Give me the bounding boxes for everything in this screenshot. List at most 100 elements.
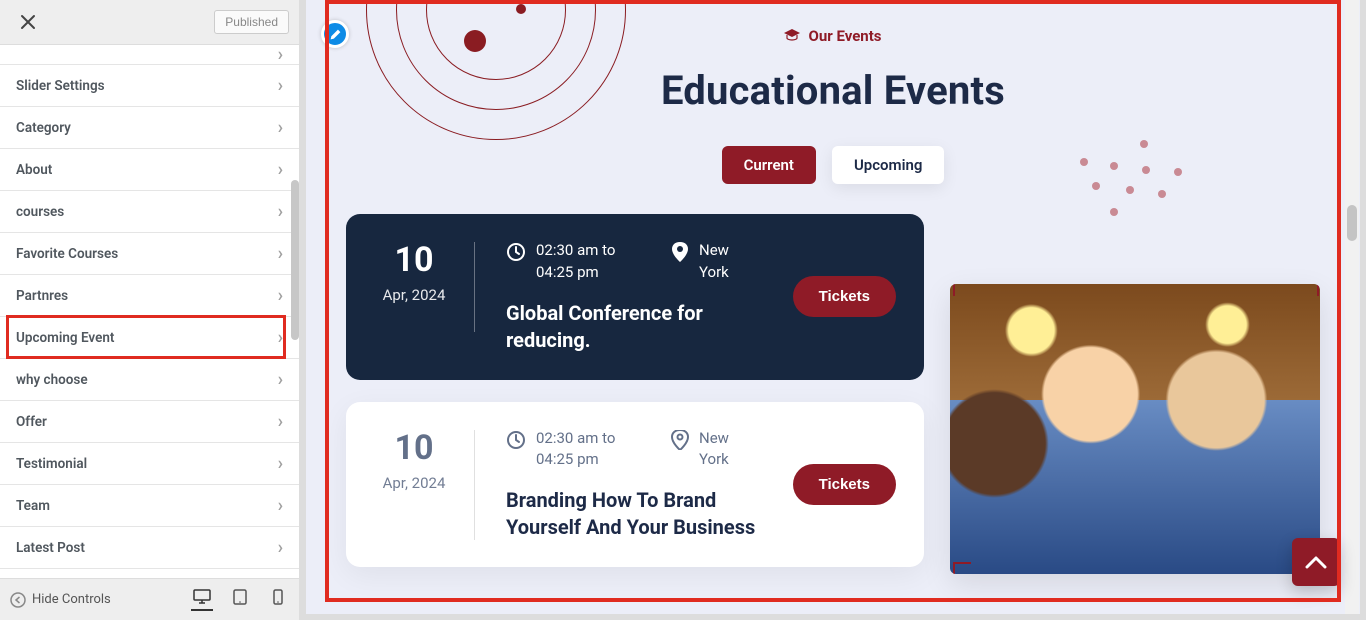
panel-label: courses [16, 204, 64, 220]
event-meta: 02:30 am to 04:25 pm New York [506, 240, 773, 284]
pencil-icon [329, 28, 342, 41]
customizer-sidebar: Published › Slider Settings › Category ›… [0, 0, 300, 620]
chevron-right-icon: › [278, 75, 283, 96]
panel-item-slider-settings[interactable]: Slider Settings › [0, 65, 299, 107]
event-day: 10 [374, 240, 454, 280]
scroll-to-top-button[interactable] [1292, 538, 1340, 586]
event-date: 10 Apr, 2024 [374, 428, 454, 492]
device-mobile-button[interactable] [267, 589, 289, 611]
events-row: 10 Apr, 2024 02:30 am to 04:25 pm [306, 184, 1360, 574]
event-card[interactable]: 10 Apr, 2024 02:30 am to 04:25 pm [346, 214, 924, 380]
site-preview: Our Events Educational Events Current Up… [306, 0, 1360, 614]
edit-shortcut-button[interactable] [321, 20, 349, 48]
section-eyebrow: Our Events [784, 26, 881, 45]
panel-item-upcoming-event[interactable]: Upcoming Event › [0, 317, 299, 359]
crop-mark-icon [1308, 284, 1320, 296]
hide-controls-button[interactable]: Hide Controls [10, 592, 183, 608]
clock-icon [506, 242, 526, 262]
event-time: 02:30 am to 04:25 pm [506, 240, 631, 284]
chevron-right-icon: › [278, 327, 283, 348]
event-month: Apr, 2024 [374, 474, 454, 492]
chevron-up-icon [1305, 555, 1327, 569]
divider [474, 430, 475, 540]
chevron-right-icon: › [278, 285, 283, 306]
panel-label: Upcoming Event [16, 330, 114, 346]
panel-label: why choose [16, 372, 88, 388]
location-icon [671, 242, 689, 262]
event-day: 10 [374, 428, 454, 468]
event-location-text: New York [699, 428, 744, 472]
chevron-right-icon: › [278, 45, 283, 65]
tickets-button[interactable]: Tickets [793, 464, 896, 505]
event-tabs: Current Upcoming [722, 146, 945, 184]
crop-mark-icon [950, 284, 962, 296]
tab-upcoming[interactable]: Upcoming [832, 146, 944, 184]
panel-item[interactable]: › [0, 45, 299, 65]
panel-item-favorite-courses[interactable]: Favorite Courses › [0, 233, 299, 275]
event-photo [950, 284, 1320, 574]
sidebar-scrollbar[interactable] [291, 180, 299, 340]
event-body: 02:30 am to 04:25 pm New York Branding H… [506, 428, 773, 542]
clock-icon [506, 430, 526, 450]
sidebar-header: Published [0, 0, 299, 45]
event-location: New York [671, 240, 744, 284]
people-photo [950, 284, 1320, 574]
event-month: Apr, 2024 [374, 286, 454, 304]
hide-controls-label: Hide Controls [32, 592, 111, 607]
preview-wrap: Our Events Educational Events Current Up… [300, 0, 1366, 620]
tickets-button[interactable]: Tickets [793, 276, 896, 317]
chevron-right-icon: › [278, 201, 283, 222]
panel-item-category[interactable]: Category › [0, 107, 299, 149]
panel-item-courses[interactable]: courses › [0, 191, 299, 233]
event-location: New York [671, 428, 744, 472]
chevron-right-icon: › [278, 453, 283, 474]
event-time-text: 02:30 am to 04:25 pm [536, 240, 631, 284]
panel-item-team[interactable]: Team › [0, 485, 299, 527]
panel-item-partners[interactable]: Partnres › [0, 275, 299, 317]
section-title: Educational Events [306, 67, 1360, 114]
panel-label: Latest Post [16, 540, 85, 556]
event-title: Branding How To Brand Yourself And Your … [506, 487, 773, 541]
close-icon [20, 14, 36, 30]
chevron-right-icon: › [278, 117, 283, 138]
device-switcher [191, 589, 289, 611]
graduation-cap-icon [784, 26, 800, 45]
close-customizer-button[interactable] [10, 4, 46, 40]
event-title: Global Conference for reducing. [506, 300, 773, 354]
panel-item-testimonial[interactable]: Testimonial › [0, 443, 299, 485]
events-list: 10 Apr, 2024 02:30 am to 04:25 pm [346, 214, 924, 567]
panel-item-about[interactable]: About › [0, 149, 299, 191]
panel-item-latest-post[interactable]: Latest Post › [0, 527, 299, 569]
collapse-icon [10, 592, 26, 608]
event-card[interactable]: 10 Apr, 2024 02:30 am to 04:25 pm [346, 402, 924, 568]
chevron-right-icon: › [278, 243, 283, 264]
event-time-text: 02:30 am to 04:25 pm [536, 428, 631, 472]
event-meta: 02:30 am to 04:25 pm New York [506, 428, 773, 472]
mobile-icon [273, 589, 283, 605]
panel-label: About [16, 162, 52, 178]
chevron-right-icon: › [278, 159, 283, 180]
panel-label: Favorite Courses [16, 246, 118, 262]
tablet-icon [233, 589, 247, 605]
device-tablet-button[interactable] [229, 589, 251, 611]
panel-label: Offer [16, 414, 47, 430]
publish-button[interactable]: Published [214, 10, 289, 34]
chevron-right-icon: › [278, 369, 283, 390]
event-location-text: New York [699, 240, 744, 284]
panel-list[interactable]: › Slider Settings › Category › About › c… [0, 45, 299, 578]
event-body: 02:30 am to 04:25 pm New York Global Con… [506, 240, 773, 354]
panel-label: Testimonial [16, 456, 87, 472]
desktop-icon [193, 589, 211, 605]
device-desktop-button[interactable] [191, 589, 213, 611]
eyebrow-text: Our Events [808, 27, 881, 45]
panel-item-offer[interactable]: Offer › [0, 401, 299, 443]
divider [474, 242, 475, 332]
panel-label: Partnres [16, 288, 68, 304]
panel-label: Slider Settings [16, 78, 105, 94]
event-date: 10 Apr, 2024 [374, 240, 454, 304]
panel-item-why-choose[interactable]: why choose › [0, 359, 299, 401]
panel-label: Category [16, 120, 71, 136]
crop-mark-icon [950, 562, 962, 574]
tab-current[interactable]: Current [722, 146, 816, 184]
chevron-right-icon: › [278, 537, 283, 558]
